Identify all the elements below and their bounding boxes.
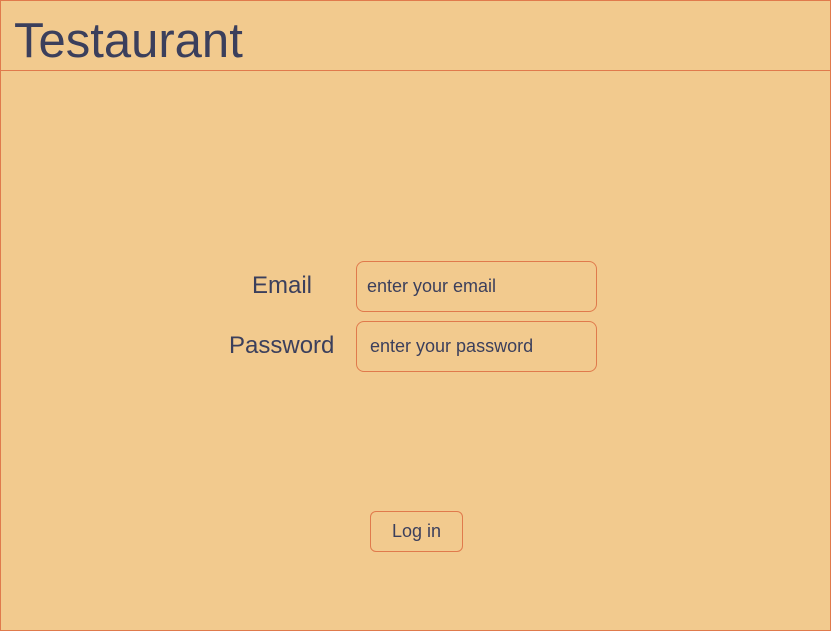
password-label: Password: [229, 332, 335, 359]
email-field[interactable]: [356, 261, 597, 312]
app-title: Testaurant: [14, 14, 243, 68]
app-window: Testaurant Email Password Log in: [0, 0, 831, 631]
email-label: Email: [252, 272, 313, 299]
password-field[interactable]: [356, 321, 597, 372]
login-button[interactable]: Log in: [370, 511, 463, 552]
header-bar: Testaurant: [1, 1, 830, 71]
